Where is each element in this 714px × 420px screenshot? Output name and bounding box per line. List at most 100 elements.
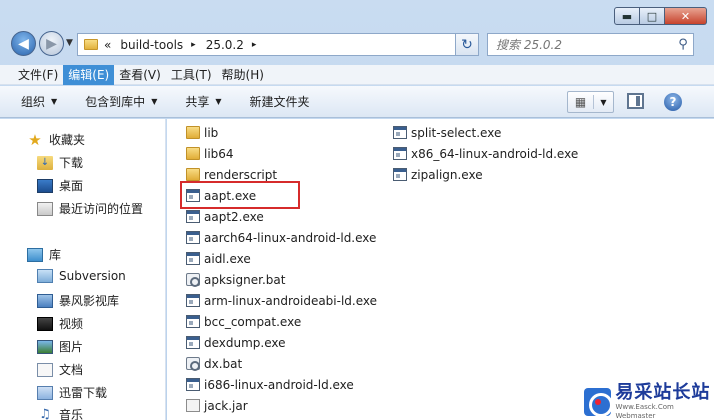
preview-pane-icon[interactable]: [627, 93, 644, 109]
sidebar-item-pictures[interactable]: 图片: [37, 338, 83, 355]
breadcrumb: « build-tools ▸ 25.0.2 ▸: [104, 38, 266, 52]
menu-file[interactable]: 文件(F): [13, 65, 63, 85]
executable-icon: [186, 315, 200, 328]
sidebar-item-thunder-downloads[interactable]: 迅雷下载: [37, 384, 107, 401]
forward-button[interactable]: ▶: [39, 31, 64, 56]
file-item[interactable]: aarch64-linux-android-ld.exe: [186, 229, 376, 246]
site-logo-icon: [584, 388, 614, 417]
help-icon[interactable]: ?: [664, 93, 682, 111]
file-item[interactable]: dx.bat: [186, 355, 242, 372]
breadcrumb-25-0-2[interactable]: 25.0.2: [206, 38, 244, 52]
sidebar-favorites[interactable]: ★ 收藏夹: [27, 131, 85, 149]
file-name: dexdump.exe: [204, 335, 286, 350]
chevron-down-icon: ▼: [215, 97, 222, 106]
folder-icon: [84, 39, 98, 50]
window-controls: ▬ □ ✕: [614, 7, 707, 25]
maximize-button[interactable]: □: [640, 7, 665, 25]
new-folder-button[interactable]: 新建文件夹: [250, 93, 310, 110]
sidebar-item-label: 最近访问的位置: [59, 202, 144, 216]
breadcrumb-separator[interactable]: ▸: [252, 40, 257, 50]
music-note-icon: ♫: [39, 407, 51, 420]
navigation-row: ◀ ▶ ▼ « build-tools ▸ 25.0.2 ▸ ▼ ↻ ⚲: [0, 28, 714, 62]
include-in-library-button[interactable]: 包含到库中 ▼: [85, 93, 157, 110]
file-item[interactable]: arm-linux-androideabi-ld.exe: [186, 292, 377, 309]
sidebar-item-music[interactable]: ♫ 音乐: [37, 406, 83, 420]
jar-file-icon: [186, 399, 200, 412]
batch-file-icon: [186, 273, 200, 287]
sidebar-libraries[interactable]: 库: [27, 246, 61, 263]
watermark-text: 易采站长站 Www.Easck.Com Webmaster: [615, 383, 714, 420]
refresh-icon[interactable]: ↻: [455, 33, 479, 56]
menu-tools[interactable]: 工具(T): [166, 65, 217, 85]
file-item[interactable]: aapt.exe: [186, 187, 256, 204]
sidebar-item-videos[interactable]: 视频: [37, 315, 83, 332]
sidebar-item-label: 图片: [59, 340, 84, 354]
file-item[interactable]: lib64: [186, 145, 234, 162]
search-box[interactable]: ⚲: [487, 33, 694, 56]
sidebar-item-downloads[interactable]: ↓ 下载: [37, 154, 83, 171]
file-name: aapt2.exe: [204, 209, 264, 224]
sidebar-item-recent[interactable]: 最近访问的位置: [37, 200, 143, 217]
explorer-window: ▬ □ ✕ ◀ ▶ ▼ « build-tools ▸ 25.0.2 ▸ ▼ ↻…: [0, 0, 714, 420]
breadcrumb-separator[interactable]: ▸: [191, 40, 196, 50]
file-item[interactable]: zipalign.exe: [393, 166, 483, 183]
recent-pages-dropdown[interactable]: ▼: [66, 38, 73, 48]
sidebar-item-label: 下载: [59, 156, 84, 170]
file-item[interactable]: bcc_compat.exe: [186, 313, 301, 330]
sidebar-item-label: 文档: [59, 363, 84, 377]
sidebar-item-subversion[interactable]: Subversion: [37, 269, 126, 283]
sidebar-item-label: 桌面: [59, 179, 84, 193]
executable-icon: [186, 231, 200, 244]
breadcrumb-build-tools[interactable]: build-tools: [120, 38, 183, 52]
organize-button[interactable]: 组织 ▼: [21, 93, 57, 110]
chevron-down-icon[interactable]: ▼: [594, 98, 613, 107]
menu-view[interactable]: 查看(V): [114, 65, 166, 85]
navigation-pane[interactable]: ★ 收藏夹 ↓ 下载 桌面 最近访问的位置 库 Subversion 暴风影视库: [0, 119, 166, 420]
file-item[interactable]: aapt2.exe: [186, 208, 264, 225]
sidebar-item-desktop[interactable]: 桌面: [37, 177, 83, 194]
menu-edit[interactable]: 编辑(E): [63, 65, 115, 85]
executable-icon: [186, 210, 200, 223]
share-label: 共享: [185, 95, 210, 109]
breadcrumb-overflow[interactable]: «: [104, 38, 111, 52]
change-view-button[interactable]: ▦ ▼: [567, 91, 614, 113]
executable-icon: [186, 252, 200, 265]
search-input[interactable]: [488, 34, 673, 55]
pictures-icon: [37, 339, 53, 354]
file-item[interactable]: aidl.exe: [186, 250, 251, 267]
file-name: renderscript: [204, 167, 278, 182]
file-item[interactable]: i686-linux-android-ld.exe: [186, 376, 354, 393]
menu-bar: 文件(F) 编辑(E) 查看(V) 工具(T) 帮助(H): [0, 65, 714, 85]
share-button[interactable]: 共享 ▼: [185, 93, 221, 110]
file-name: dx.bat: [204, 356, 243, 371]
file-item[interactable]: jack.jar: [186, 397, 248, 414]
file-name: aidl.exe: [204, 251, 251, 266]
watermark-title: 易采站长站: [615, 382, 711, 403]
file-item[interactable]: split-select.exe: [393, 124, 501, 141]
file-item[interactable]: x86_64-linux-android-ld.exe: [393, 145, 578, 162]
close-button[interactable]: ✕: [665, 7, 707, 25]
executable-icon: [186, 189, 200, 202]
file-list-pane[interactable]: lib lib64 renderscript aapt.exe aapt2.ex…: [167, 119, 714, 420]
executable-icon: [393, 126, 407, 139]
address-bar[interactable]: « build-tools ▸ 25.0.2 ▸ ▼: [77, 33, 476, 56]
file-name: bcc_compat.exe: [204, 314, 302, 329]
minimize-button[interactable]: ▬: [614, 7, 640, 25]
folder-icon: [186, 126, 200, 139]
search-icon[interactable]: ⚲: [673, 37, 693, 52]
file-name: split-select.exe: [411, 125, 502, 140]
library-icon: [27, 247, 43, 262]
back-button[interactable]: ◀: [11, 31, 36, 56]
sidebar-item-documents[interactable]: 文档: [37, 361, 83, 378]
file-item[interactable]: dexdump.exe: [186, 334, 286, 351]
file-item[interactable]: renderscript: [186, 166, 277, 183]
menu-help[interactable]: 帮助(H): [217, 65, 269, 85]
recent-places-icon: [37, 201, 53, 216]
sidebar-item-storm-video[interactable]: 暴风影视库: [37, 292, 119, 309]
file-item[interactable]: lib: [186, 124, 218, 141]
chevron-down-icon: ▼: [151, 97, 158, 106]
file-item[interactable]: apksigner.bat: [186, 271, 285, 288]
desktop-icon: [37, 178, 53, 193]
library-folder-icon: [37, 293, 53, 308]
organize-label: 组织: [21, 95, 46, 109]
